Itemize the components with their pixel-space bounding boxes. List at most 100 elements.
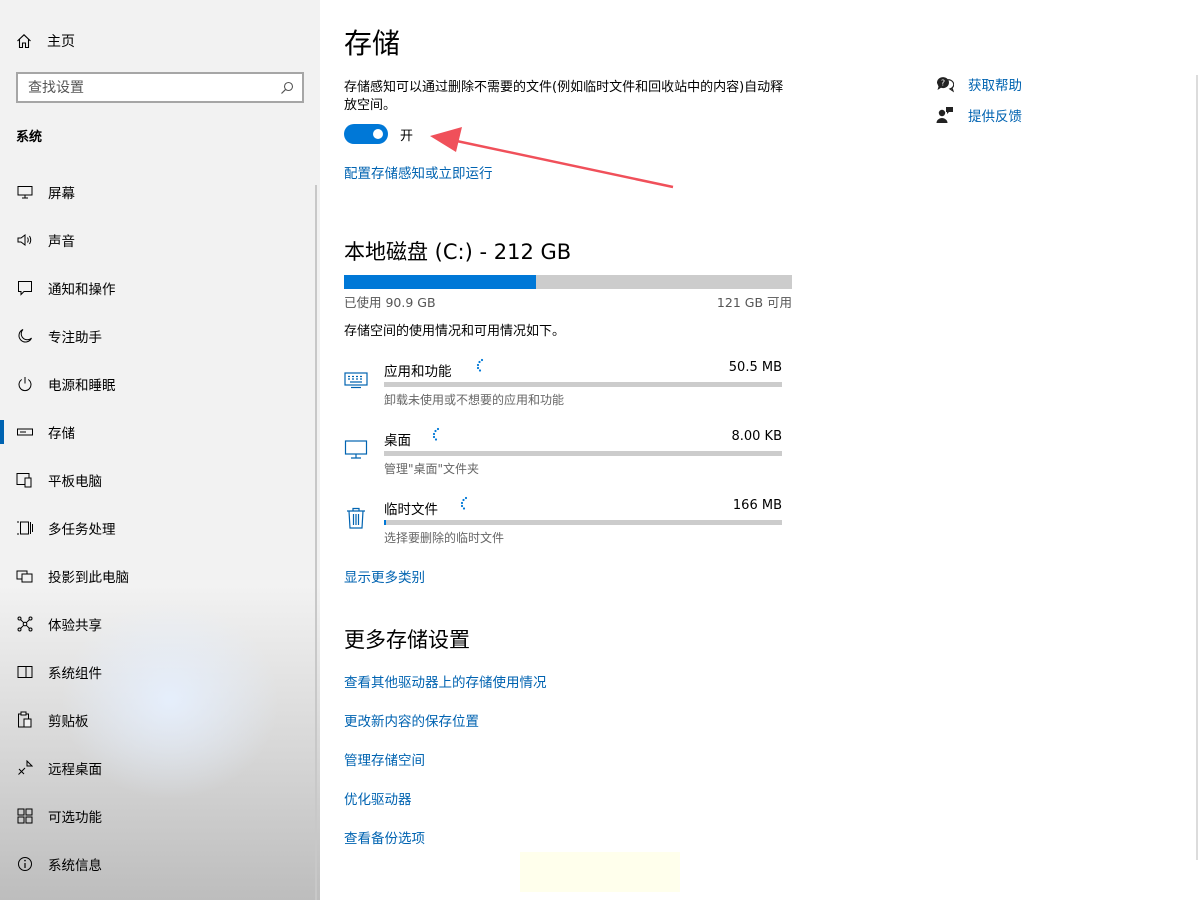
- sidebar-item-sound[interactable]: 声音: [0, 216, 320, 264]
- sidebar-item-clipboard[interactable]: 剪贴板: [0, 696, 320, 744]
- disk-usage-bar: [344, 275, 792, 289]
- page-title: 存储: [344, 27, 401, 60]
- sidebar-item-label: 投影到此电脑: [48, 570, 129, 586]
- category-name: 临时文件: [384, 502, 438, 518]
- category-usage-bar: [384, 520, 782, 525]
- storage-sense-toggle[interactable]: [344, 124, 388, 144]
- desktop-icon: [344, 440, 368, 459]
- keyboard-icon: [344, 372, 368, 389]
- category-size: 8.00 KB: [731, 429, 782, 444]
- sidebar-item-multitasking[interactable]: 多任务处理: [0, 504, 320, 552]
- sidebar-item-label: 系统信息: [48, 858, 102, 874]
- change-save-location-link[interactable]: 更改新内容的保存位置: [344, 710, 479, 730]
- search-box[interactable]: [16, 72, 304, 103]
- sidebar-item-label: 剪贴板: [48, 714, 89, 730]
- sidebar-item-storage[interactable]: 存储: [0, 408, 320, 456]
- category-name: 应用和功能: [384, 364, 452, 380]
- remote-icon: [16, 759, 34, 777]
- sidebar-item-power[interactable]: 电源和睡眠: [0, 360, 320, 408]
- speaker-icon: [16, 231, 34, 249]
- loading-spinner-icon: [432, 427, 440, 441]
- sidebar-item-label: 电源和睡眠: [48, 378, 116, 394]
- sidebar-item-label: 体验共享: [48, 618, 102, 634]
- category-usage-bar: [384, 451, 782, 456]
- category-desktop[interactable]: 桌面 8.00 KB 管理"桌面"文件夹: [344, 427, 784, 489]
- storage-sense-description: 存储感知可以通过删除不需要的文件(例如临时文件和回收站中的内容)自动释放空间。: [344, 80, 784, 113]
- disk-usage-fill: [344, 275, 537, 289]
- sidebar-item-display[interactable]: 屏幕: [0, 168, 320, 216]
- disk-free-label: 121 GB 可用: [716, 295, 792, 310]
- tablet-icon: [16, 471, 34, 489]
- sidebar-item-focus-assist[interactable]: 专注助手: [0, 312, 320, 360]
- section-label-system: 系统: [16, 130, 43, 145]
- category-usage-fill: [384, 520, 386, 525]
- category-apps[interactable]: 应用和功能 50.5 MB 卸载未使用或不想要的应用和功能: [344, 358, 784, 420]
- disk-title: 本地磁盘 (C:) - 212 GB: [344, 240, 572, 264]
- moon-icon: [16, 327, 34, 345]
- sidebar-item-optional-features[interactable]: 可选功能: [0, 792, 320, 840]
- monitor-icon: [16, 183, 34, 201]
- main-content: 存储 存储感知可以通过删除不需要的文件(例如临时文件和回收站中的内容)自动释放空…: [344, 0, 804, 900]
- disk-usage-legend: 已使用 90.9 GB 121 GB 可用: [344, 292, 792, 311]
- category-usage-bar: [384, 382, 782, 387]
- search-input[interactable]: [28, 79, 280, 96]
- optimize-drives-link[interactable]: 优化驱动器: [344, 788, 412, 808]
- feedback-person-icon: [936, 106, 953, 123]
- home-link[interactable]: 主页: [16, 26, 75, 56]
- sidebar-item-notifications[interactable]: 通知和操作: [0, 264, 320, 312]
- home-icon: [17, 34, 31, 49]
- trash-icon: [347, 507, 365, 529]
- sidebar-item-label: 声音: [48, 234, 75, 250]
- category-temp-files[interactable]: 临时文件 166 MB 选择要删除的临时文件: [344, 496, 784, 558]
- info-icon: [16, 855, 34, 873]
- grid-icon: [16, 807, 34, 825]
- sidebar: 主页 系统 屏幕 声音 通知和操作 专注助手 电源和睡眠 存储: [0, 0, 320, 900]
- sidebar-item-label: 多任务处理: [48, 522, 116, 538]
- sidebar-item-label: 可选功能: [48, 810, 102, 826]
- sidebar-item-label: 通知和操作: [48, 282, 116, 298]
- multitask-icon: [16, 519, 34, 537]
- view-other-drives-link[interactable]: 查看其他驱动器上的存储使用情况: [344, 671, 547, 691]
- view-backup-options-link[interactable]: 查看备份选项: [344, 827, 425, 847]
- sidebar-item-remote-desktop[interactable]: 远程桌面: [0, 744, 320, 792]
- feedback-link[interactable]: 提供反馈: [936, 99, 1022, 130]
- show-more-categories-link[interactable]: 显示更多类别: [344, 566, 425, 586]
- more-storage-settings-title: 更多存储设置: [344, 628, 470, 652]
- sidebar-item-label: 平板电脑: [48, 474, 102, 490]
- manage-storage-spaces-link[interactable]: 管理存储空间: [344, 749, 425, 769]
- usage-intro-text: 存储空间的使用情况和可用情况如下。: [344, 324, 566, 339]
- category-size: 50.5 MB: [728, 360, 782, 375]
- sidebar-item-system-components[interactable]: 系统组件: [0, 648, 320, 696]
- loading-spinner-icon: [476, 358, 484, 372]
- message-icon: [16, 279, 34, 297]
- feedback-label[interactable]: 提供反馈: [968, 105, 1022, 125]
- sidebar-item-shared-experiences[interactable]: 体验共享: [0, 600, 320, 648]
- get-help-link[interactable]: ? 获取帮助: [936, 68, 1022, 99]
- help-chat-icon: ?: [936, 76, 954, 92]
- sidebar-item-label: 屏幕: [48, 186, 75, 202]
- category-description: 卸载未使用或不想要的应用和功能: [384, 393, 565, 407]
- sidebar-scrollbar[interactable]: [315, 185, 317, 900]
- sidebar-item-project[interactable]: 投影到此电脑: [0, 552, 320, 600]
- main-scrollbar[interactable]: [1196, 75, 1198, 860]
- category-name: 桌面: [384, 433, 411, 449]
- sidebar-item-about[interactable]: 系统信息: [0, 840, 320, 888]
- search-icon[interactable]: [280, 81, 294, 95]
- configure-storage-sense-link[interactable]: 配置存储感知或立即运行: [344, 162, 493, 182]
- home-label: 主页: [47, 34, 75, 50]
- project-icon: [16, 567, 34, 585]
- component-icon: [16, 663, 34, 681]
- sidebar-nav: 屏幕 声音 通知和操作 专注助手 电源和睡眠 存储 平板电脑 多任务处理 投影到…: [0, 168, 320, 888]
- storage-icon: [16, 423, 34, 441]
- disk-used-label: 已使用 90.9 GB: [344, 295, 436, 310]
- category-description: 管理"桌面"文件夹: [384, 462, 480, 476]
- help-panel: ? 获取帮助 提供反馈: [936, 68, 1022, 130]
- sidebar-item-tablet[interactable]: 平板电脑: [0, 456, 320, 504]
- power-icon: [16, 375, 34, 393]
- get-help-label[interactable]: 获取帮助: [968, 74, 1022, 94]
- category-size: 166 MB: [732, 498, 782, 513]
- loading-spinner-icon: [460, 496, 468, 510]
- toggle-state-label: 开: [400, 128, 414, 144]
- sidebar-item-label: 专注助手: [48, 330, 102, 346]
- watermark: [520, 852, 680, 892]
